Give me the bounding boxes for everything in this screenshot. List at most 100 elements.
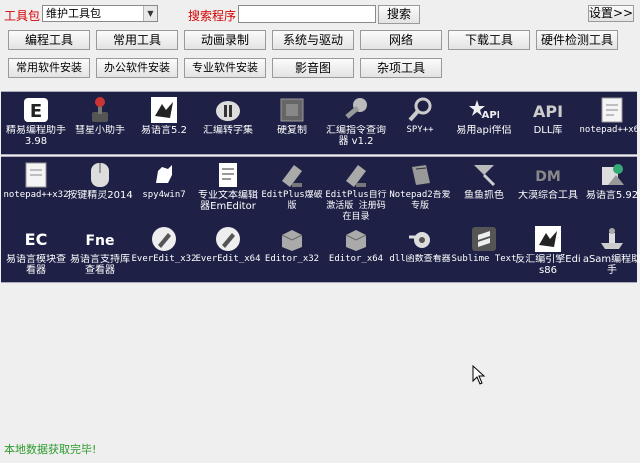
tile-everedit-x64[interactable]: EverEdit_x64 [193, 221, 263, 285]
tile-label: DLL库 [533, 125, 563, 136]
edit-icon [340, 161, 372, 189]
tile-label: spy4win7 [142, 190, 186, 200]
magnifier-icon [404, 96, 436, 124]
tile-jingyi-helper[interactable]: E 精易编程助手3.98 [1, 92, 71, 156]
toolkit-label: 工具包 [4, 9, 41, 23]
tile-dll-func-viewer[interactable]: dll函数查看器 [385, 221, 455, 285]
tile-editor-x32[interactable]: Editor_x32 [257, 221, 327, 285]
toolkit-select-value: 维护工具包 [46, 7, 101, 20]
tile-label: EverEdit_x32 [131, 254, 197, 264]
mouse-icon [84, 161, 116, 189]
tile-asm-query[interactable]: 汇编指令查询器 v1.2 [321, 92, 391, 156]
tile-label: 汇编转字集 [203, 125, 253, 136]
svg-text:API: API [533, 102, 563, 121]
status-text: 本地数据获取完毕! [4, 443, 97, 456]
tile-label: Sublime Text [451, 254, 517, 264]
tile-label: 按键精灵2014 [67, 190, 133, 201]
ship-icon [596, 225, 628, 253]
tile-lib-viewer[interactable]: Fne 易语言支持库查看器 [65, 221, 135, 285]
tile-label: 大漠综合工具 [518, 190, 578, 201]
edit-icon [276, 161, 308, 189]
dm-icon: DM [532, 161, 564, 189]
search-input[interactable] [238, 5, 376, 23]
tile-spy-plus[interactable]: SPY++ [385, 92, 455, 156]
mouse-cursor-icon [472, 364, 486, 388]
tile-module-viewer[interactable]: EC 易语言模块查看器 [1, 221, 71, 285]
joystick-icon [84, 96, 116, 124]
tile-asm-charset[interactable]: 汇编转字集 [193, 92, 263, 156]
tile-eyuyan-52[interactable]: 易语言5.2 [129, 92, 199, 156]
svg-text:API: API [482, 110, 499, 121]
category-download-tools[interactable]: 下载工具 [448, 30, 530, 50]
tile-eyuyan-592[interactable]: 易语言5.92 [577, 157, 640, 221]
category-office-software-install[interactable]: 办公软件安装 [96, 58, 178, 78]
tile-damo-tools[interactable]: DM 大漠综合工具 [513, 157, 583, 221]
top-toolbar: 工具包 维护工具包 ▼ 搜索程序 搜索 设置>> [0, 0, 640, 26]
category-programming-tools[interactable]: 编程工具 [8, 30, 90, 50]
notepad-icon [20, 161, 52, 189]
category-misc-tools[interactable]: 杂项工具 [360, 58, 442, 78]
tile-label: 彗星小助手 [75, 125, 125, 136]
tile-notepad-x64[interactable]: notepad++x64 [577, 92, 640, 156]
tile-label: 易语言模块查看器 [6, 254, 66, 276]
tile-color-picker[interactable]: 鱼鱼抓色 [449, 157, 519, 221]
category-system-drivers[interactable]: 系统与驱动 [272, 30, 354, 50]
tile-label: aSam编程助手 [582, 254, 640, 276]
tile-api-companion[interactable]: API 易用api伴侣 [449, 92, 519, 156]
tile-label: 汇编指令查询器 v1.2 [326, 125, 386, 147]
tile-editplus-crack[interactable]: EditPlus爆破版 [257, 157, 327, 221]
tile-label: 反汇编引擎Edis86 [515, 254, 581, 276]
e-logo-icon: E [20, 96, 52, 124]
tile-dll-lib[interactable]: API DLL库 [513, 92, 583, 156]
tile-label: EditPlus爆破版 [261, 190, 323, 211]
tile-label: notepad++x32 [3, 190, 69, 200]
tile-label: Editor_x32 [264, 254, 320, 264]
tile-asam-helper[interactable]: aSam编程助手 [577, 221, 640, 285]
settings-button[interactable]: 设置>> [588, 5, 634, 22]
installer-icon [596, 161, 628, 189]
svg-text:E: E [30, 101, 42, 122]
search-button[interactable]: 搜索 [378, 5, 420, 24]
toolkit-select[interactable]: 维护工具包 ▼ [42, 5, 158, 22]
svg-text:EC: EC [25, 230, 48, 249]
tile-hard-copy[interactable]: 硬复制 [257, 92, 327, 156]
category-common-software-install[interactable]: 常用软件安装 [8, 58, 90, 78]
tile-editor-x64[interactable]: Editor_x64 [321, 221, 391, 285]
category-pro-software-install[interactable]: 专业软件安装 [184, 58, 266, 78]
api-text-icon: API [532, 96, 564, 124]
notepad-icon [596, 96, 628, 124]
tile-label: Notepad2吾爱专版 [389, 190, 451, 211]
pencil-circle-icon [148, 225, 180, 253]
dog-icon [148, 161, 180, 189]
document-icon [212, 161, 244, 189]
category-hardware-tools[interactable]: 硬件检测工具 [536, 30, 618, 50]
tile-edis86[interactable]: 反汇编引擎Edis86 [513, 221, 583, 285]
tile-comet-helper[interactable]: 彗星小助手 [65, 92, 135, 156]
category-animation-recording[interactable]: 动画录制 [184, 30, 266, 50]
category-media[interactable]: 影音图 [272, 58, 354, 78]
tool-panel-bottom: notepad++x32 按键精灵2014 spy4win7 专业文本编辑器Em… [1, 156, 640, 285]
bird-icon [148, 96, 180, 124]
tile-label: 易语言支持库查看器 [70, 254, 130, 276]
tile-spy4win7[interactable]: spy4win7 [129, 157, 199, 221]
tile-label: dll函数查看器 [389, 254, 451, 264]
tile-editplus-activate[interactable]: EditPlus自行激活版 注册码在目录 [321, 157, 391, 222]
bird-icon [532, 225, 564, 253]
category-common-tools[interactable]: 常用工具 [96, 30, 178, 50]
tile-label: Editor_x64 [328, 254, 384, 264]
tile-label: 易语言5.92 [585, 190, 639, 201]
tile-label: SPY++ [406, 125, 434, 135]
wrench-icon [340, 96, 372, 124]
tile-sublime-text[interactable]: Sublime Text [449, 221, 519, 285]
tile-label: 专业文本编辑器EmEditor [198, 190, 258, 212]
tile-notepad-x32[interactable]: notepad++x32 [1, 157, 71, 221]
category-network[interactable]: 网络 [360, 30, 442, 50]
tile-emeditor[interactable]: 专业文本编辑器EmEditor [193, 157, 263, 221]
pencil-circle-icon [212, 225, 244, 253]
box-icon [276, 225, 308, 253]
tile-label: EditPlus自行激活版 注册码在目录 [325, 190, 387, 222]
tile-notepad2[interactable]: Notepad2吾爱专版 [385, 157, 455, 221]
tile-anjian-jingling[interactable]: 按键精灵2014 [65, 157, 135, 221]
chevron-down-icon[interactable]: ▼ [143, 6, 157, 21]
tile-everedit-x32[interactable]: EverEdit_x32 [129, 221, 199, 285]
